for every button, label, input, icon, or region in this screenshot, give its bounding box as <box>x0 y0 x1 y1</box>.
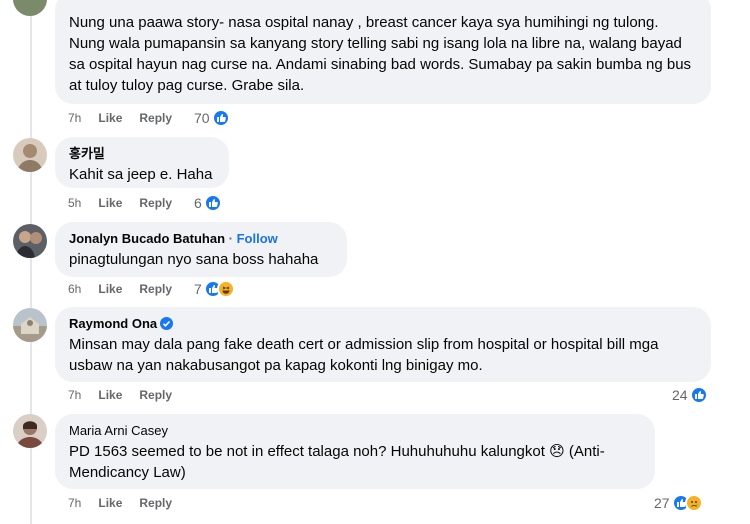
reaction-count: 27 <box>654 495 670 511</box>
reply-button[interactable]: Reply <box>139 196 172 210</box>
verified-badge-icon <box>160 317 174 330</box>
avatar[interactable] <box>13 0 47 16</box>
reply-button[interactable]: Reply <box>139 388 172 402</box>
comment-bubble: Nung una paawa story- nasa ospital nanay… <box>55 0 711 104</box>
like-icon <box>203 194 222 212</box>
comment-time[interactable]: 7h <box>68 496 81 510</box>
like-button[interactable]: Like <box>98 196 122 210</box>
comment-text: pinagtulungan nyo sana boss hahaha <box>69 251 319 268</box>
comment-actions: 7h Like Reply <box>68 496 189 510</box>
comment-bubble: Raymond Ona Minsan may dala pang fake de… <box>55 307 711 382</box>
comment-text: Minsan may dala pang fake death cert or … <box>69 336 659 374</box>
comment-author[interactable]: Jonalyn Bucado Batuhan <box>69 231 225 246</box>
comment-author[interactable]: Raymond Ona <box>69 316 157 331</box>
avatar[interactable] <box>13 224 47 258</box>
reaction-count: 70 <box>194 110 210 126</box>
comment-time[interactable]: 7h <box>68 111 81 125</box>
sad-icon <box>684 494 703 512</box>
like-button[interactable]: Like <box>98 282 122 296</box>
comment-actions: 7h Like Reply <box>68 388 189 402</box>
reaction-summary[interactable]: 7 <box>194 280 235 298</box>
comment-bubble: Maria Arni Casey PD 1563 seemed to be no… <box>55 414 655 489</box>
follow-button[interactable]: Follow <box>237 231 278 246</box>
like-icon <box>211 109 230 127</box>
reply-button[interactable]: Reply <box>139 111 172 125</box>
haha-icon <box>216 280 235 298</box>
like-button[interactable]: Like <box>98 496 122 510</box>
like-button[interactable]: Like <box>98 111 122 125</box>
reaction-summary[interactable]: 6 <box>194 194 222 212</box>
reply-button[interactable]: Reply <box>139 282 172 296</box>
comment-time[interactable]: 5h <box>68 196 81 210</box>
comment-actions: 5h Like Reply <box>68 196 189 210</box>
comment-actions: 6h Like Reply <box>68 282 189 296</box>
separator-dot: · <box>225 231 237 246</box>
reply-button[interactable]: Reply <box>139 496 172 510</box>
comment-time[interactable]: 6h <box>68 282 81 296</box>
like-icon <box>689 386 708 404</box>
reaction-summary[interactable]: 27 <box>654 494 703 512</box>
comment-author-row: Raymond Ona <box>69 315 697 332</box>
reaction-summary[interactable]: 70 <box>194 109 230 127</box>
reaction-count: 6 <box>194 195 202 211</box>
reaction-count: 7 <box>194 281 202 297</box>
avatar[interactable] <box>13 138 47 172</box>
comment-actions: 7h Like Reply <box>68 111 189 125</box>
comment-author[interactable]: Maria Arni Casey <box>69 422 641 439</box>
reaction-count: 24 <box>672 387 688 403</box>
comment-author-row: Jonalyn Bucado Batuhan · Follow <box>69 230 333 247</box>
comment-time[interactable]: 7h <box>68 388 81 402</box>
comment-text: Kahit sa jeep e. Haha <box>69 166 213 183</box>
reaction-summary[interactable]: 24 <box>672 386 708 404</box>
comment-text: PD 1563 seemed to be not in effect talag… <box>69 443 605 481</box>
comment-author[interactable] <box>69 0 697 9</box>
comment-text: Nung una paawa story- nasa ospital nanay… <box>69 14 692 94</box>
like-button[interactable]: Like <box>98 388 122 402</box>
comment-author[interactable]: 홍카밀 <box>69 145 215 162</box>
avatar[interactable] <box>13 308 47 342</box>
comment-bubble: 홍카밀 Kahit sa jeep e. Haha <box>55 137 229 188</box>
comment-bubble: Jonalyn Bucado Batuhan · Follow pinagtul… <box>55 222 347 277</box>
avatar[interactable] <box>13 414 47 448</box>
